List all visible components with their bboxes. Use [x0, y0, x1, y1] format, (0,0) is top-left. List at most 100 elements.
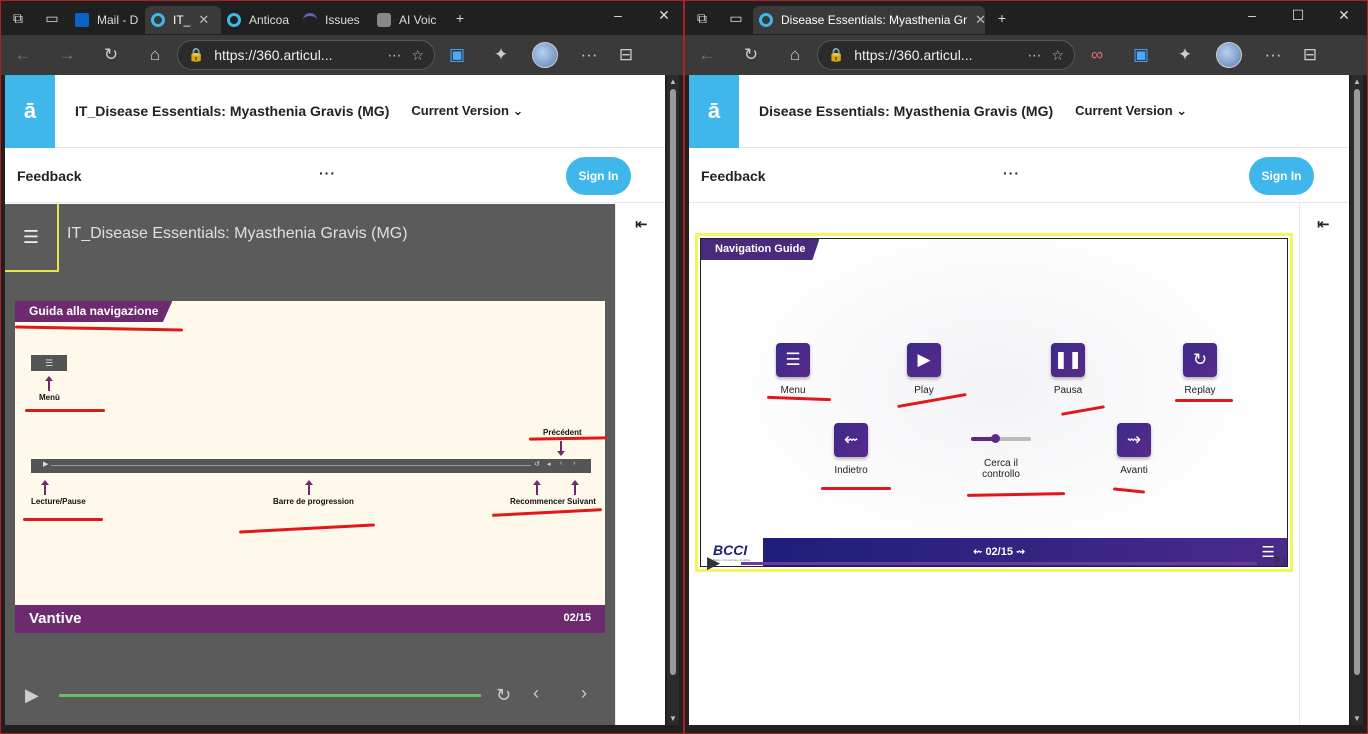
tab-ai-voice[interactable]: AI Voic: [371, 6, 443, 34]
annotation-underline: [14, 325, 184, 332]
menu-label: Menù: [39, 393, 60, 402]
more-options-icon[interactable]: ···: [319, 165, 336, 181]
close-window-icon[interactable]: ✕: [641, 1, 687, 31]
menu-more-icon[interactable]: ···: [567, 45, 611, 65]
scrollbar[interactable]: ▲ ▼: [667, 75, 679, 725]
sidebar-toggle-icon[interactable]: ⊟: [611, 45, 641, 65]
tab-issues[interactable]: Issues: [297, 6, 371, 34]
favorite-star-icon[interactable]: ☆: [411, 47, 424, 64]
play-icon[interactable]: ▶: [707, 553, 720, 573]
screenshot-icon[interactable]: ▣: [435, 45, 479, 65]
scrollbar[interactable]: ▲ ▼: [1351, 75, 1363, 725]
slide-page-number: 02/15: [563, 612, 591, 624]
window-controls: – ✕: [595, 1, 687, 31]
tab-anticoa[interactable]: Anticoa: [221, 6, 297, 34]
divider: [1299, 203, 1300, 725]
tab-mail[interactable]: Mail - D: [69, 6, 145, 34]
maximize-icon[interactable]: ☐: [1275, 1, 1321, 31]
page-title: IT_Disease Essentials: Myasthenia Gravis…: [75, 103, 390, 119]
lock-icon: 🔒: [828, 47, 845, 62]
close-tab-icon[interactable]: ✕: [198, 12, 209, 28]
glasses-extension-icon[interactable]: ∞: [1075, 45, 1119, 65]
mini-replay-icon: ↺: [534, 461, 540, 468]
play-label: Play: [914, 385, 934, 396]
chevron-down-icon: ⌄: [1176, 103, 1188, 118]
address-bar[interactable]: 🔒 https://360.articul... ⋯ ☆: [817, 40, 1075, 70]
lecture-label: Lecture/Pause: [31, 497, 86, 506]
version-dropdown[interactable]: Current Version ⌄: [411, 103, 523, 119]
lock-icon: 🔒: [188, 47, 205, 62]
replay-icon[interactable]: ↻: [496, 685, 511, 706]
previous-icon[interactable]: ‹: [533, 683, 539, 704]
reader-icon[interactable]: ⋯: [1027, 47, 1041, 64]
tab-strip: ⧉ ▭ Mail - D IT_ ✕ Anticoa Issues AI Voi…: [1, 1, 683, 35]
mini-play-icon: ▶: [43, 461, 49, 468]
chevron-down-icon: ⌄: [512, 103, 524, 118]
sidebar-toggle-icon[interactable]: ⊟: [1295, 45, 1325, 65]
new-tab-icon[interactable]: +: [443, 1, 477, 35]
screenshot-icon[interactable]: ▣: [1119, 45, 1163, 65]
forward-arrow-icon: ⇝: [1117, 423, 1151, 457]
refresh-icon[interactable]: ↻: [729, 45, 773, 65]
feedback-bar: Feedback ··· Sign In: [5, 149, 665, 203]
progress-bar[interactable]: [741, 562, 1257, 565]
arrow-up-icon: [305, 480, 313, 495]
slide: Guida alla navigazione ☰ Menù Précédent …: [14, 301, 608, 633]
favorite-star-icon[interactable]: ☆: [1051, 47, 1064, 64]
menu-hamburger-icon[interactable]: ☰: [5, 204, 59, 272]
arrow-up-icon: [41, 480, 49, 495]
reader-icon[interactable]: ⋯: [387, 47, 401, 64]
nav-bar: ← ↻ ⌂ 🔒 https://360.articul... ⋯ ☆ ∞ ▣ ✦…: [685, 35, 1367, 75]
more-options-icon[interactable]: ···: [1003, 165, 1020, 181]
address-bar[interactable]: 🔒 https://360.articul... ⋯ ☆: [177, 40, 435, 70]
tab-actions-icon[interactable]: ▭: [35, 1, 69, 35]
replay-icon[interactable]: ↻: [1273, 553, 1287, 573]
pausa-label: Pausa: [1053, 385, 1083, 396]
tab-actions-icon[interactable]: ▭: [719, 1, 753, 35]
profile-avatar[interactable]: [1216, 42, 1242, 68]
close-window-icon[interactable]: ✕: [1321, 1, 1367, 31]
mini-volume-icon: ◂: [547, 461, 551, 468]
extensions-icon[interactable]: ✦: [479, 45, 523, 65]
articulate-logo-icon: ā: [5, 75, 55, 148]
annotation-underline: [239, 523, 375, 534]
menu-more-icon[interactable]: ···: [1251, 45, 1295, 65]
close-tab-icon[interactable]: ✕: [975, 12, 985, 28]
new-tab-icon[interactable]: +: [985, 1, 1019, 35]
annotation-underline: [966, 492, 1066, 497]
sign-in-button[interactable]: Sign In: [566, 157, 631, 195]
collapse-panel-icon[interactable]: ⇤: [635, 215, 648, 233]
annotation-underline: [528, 436, 608, 441]
extensions-icon[interactable]: ✦: [1163, 45, 1207, 65]
home-icon[interactable]: ⌂: [773, 45, 817, 65]
page-content: ā Disease Essentials: Myasthenia Gravis …: [689, 75, 1349, 725]
tab-disease-essentials[interactable]: Disease Essentials: Myasthenia Gr ✕: [753, 6, 985, 34]
workspaces-icon[interactable]: ⧉: [685, 1, 719, 35]
version-dropdown[interactable]: Current Version ⌄: [1075, 103, 1187, 119]
progress-bar[interactable]: [59, 694, 481, 697]
menu-icon: ☰: [776, 343, 810, 377]
articulate-icon: [759, 13, 773, 27]
next-icon[interactable]: ›: [581, 683, 587, 704]
workspaces-icon[interactable]: ⧉: [1, 1, 35, 35]
annotation-underline: [25, 409, 105, 412]
minimize-icon[interactable]: –: [1229, 1, 1275, 31]
browser-window-right: ⧉ ▭ Disease Essentials: Myasthenia Gr ✕ …: [684, 0, 1368, 734]
barre-label: Barre de progression: [273, 497, 354, 506]
replay-label: Replay: [1184, 385, 1216, 396]
home-icon[interactable]: ⌂: [133, 45, 177, 65]
sign-in-button[interactable]: Sign In: [1249, 157, 1314, 195]
collapse-panel-icon[interactable]: ⇤: [1317, 215, 1330, 233]
mini-progress-bar: ▶ ↺ ◂ ‹ ›: [31, 459, 591, 473]
back-icon[interactable]: ←: [1, 45, 45, 65]
play-icon[interactable]: ▶: [25, 685, 39, 706]
tab-it-disease[interactable]: IT_ ✕: [145, 6, 221, 34]
refresh-icon[interactable]: ↻: [89, 45, 133, 65]
annotation-underline: [766, 395, 832, 402]
slide-tag: Navigation Guide: [701, 239, 820, 260]
divider: [615, 203, 616, 725]
forward-icon[interactable]: →: [45, 45, 89, 65]
back-icon[interactable]: ←: [685, 45, 729, 65]
profile-avatar[interactable]: [532, 42, 558, 68]
minimize-icon[interactable]: –: [595, 1, 641, 31]
